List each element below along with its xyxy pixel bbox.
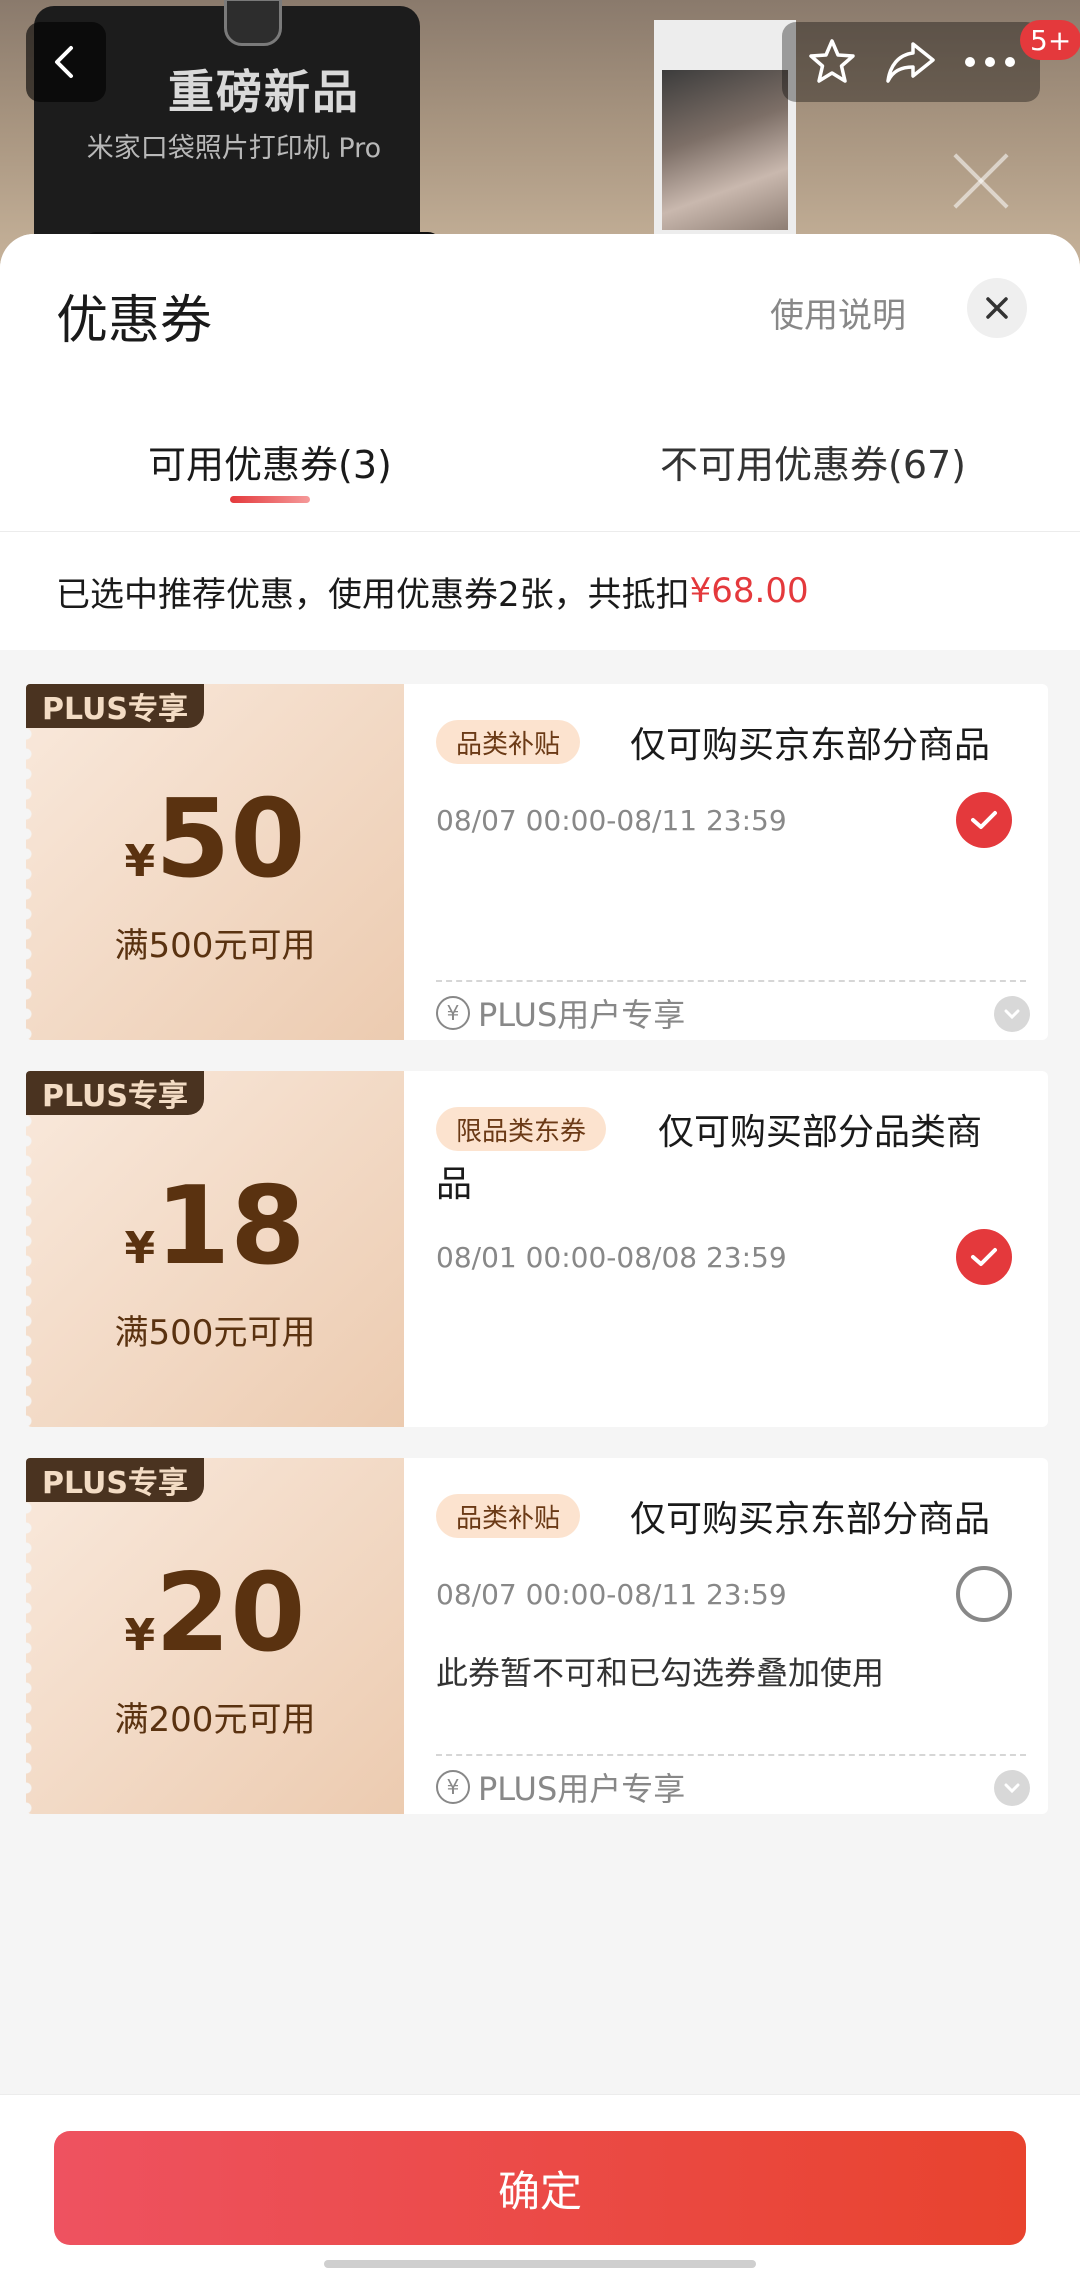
coupon-footer: ¥ PLUS用户专享 [436, 1764, 685, 1810]
coupon-detail-panel: 品类补贴 仅可购买京东部分商品 08/07 00:00-08/11 23:59 … [404, 1458, 1048, 1814]
brand-logo [224, 0, 282, 46]
coupon-divider [436, 980, 1026, 982]
coupon-card[interactable]: PLUS专享 ¥50 满500元可用 品类补贴 仅可购买京东部分商品 08/07… [26, 684, 1048, 1040]
selection-summary: 已选中推荐优惠，使用优惠券2张，共抵扣 ¥68.00 [0, 532, 1080, 650]
coupon-condition: 满500元可用 [114, 1313, 316, 1353]
coupon-card[interactable]: PLUS专享 ¥20 满200元可用 品类补贴 仅可购买京东部分商品 08/07… [26, 1458, 1048, 1814]
usage-instructions-link[interactable]: 使用说明 [770, 288, 906, 337]
coupon-select-checkbox[interactable] [956, 1229, 1012, 1285]
coupon-condition: 满500元可用 [114, 926, 316, 966]
promo-subtitle: 米家口袋照片打印机 Pro [86, 133, 382, 164]
coupon-value-panel: PLUS专享 ¥50 满500元可用 [26, 684, 404, 1040]
expand-details-button[interactable] [994, 1770, 1030, 1806]
coupon-select-checkbox[interactable] [956, 1566, 1012, 1622]
coupon-title: 仅可购买部分品类商 [658, 1112, 983, 1153]
more-button[interactable] [960, 32, 1020, 92]
coupon-condition: 满200元可用 [114, 1700, 316, 1740]
summary-text: 已选中推荐优惠，使用优惠券2张，共抵扣 [56, 574, 690, 615]
confirm-button[interactable]: 确定 [54, 2131, 1026, 2245]
tab-unavailable-coupons[interactable]: 不可用优惠券(67) [660, 434, 966, 489]
expand-details-button[interactable] [994, 996, 1030, 1032]
topbar-actions [782, 22, 1040, 102]
star-icon [808, 39, 855, 83]
checkmark-icon [971, 1248, 997, 1266]
yen-coin-icon: ¥ [436, 1770, 470, 1804]
coupon-footer-text: PLUS用户专享 [478, 996, 686, 1034]
coupon-validity: 08/01 00:00-08/08 23:59 [436, 1241, 787, 1274]
yen-coin-icon: ¥ [436, 996, 470, 1030]
currency-symbol: ¥ [124, 836, 156, 887]
chevron-down-icon [1004, 1783, 1020, 1794]
coupon-sheet: 优惠券 使用说明 可用优惠券(3) 不可用优惠券(67) 已选中推荐优惠，使用优… [0, 234, 1080, 2271]
promo-title: 重磅新品 [168, 65, 360, 119]
coupon-value-panel: PLUS专享 ¥18 满500元可用 [26, 1071, 404, 1427]
sheet-title: 优惠券 [56, 291, 213, 351]
close-icon [950, 150, 1012, 212]
home-indicator[interactable] [324, 2260, 756, 2268]
bottom-action-bar: 确定 [0, 2094, 1080, 2271]
coupon-title-continued: 品 [436, 1164, 473, 1205]
coupon-amount: ¥18 [26, 1167, 404, 1287]
active-tab-indicator [230, 496, 310, 503]
chevron-down-icon [1004, 1009, 1020, 1020]
coupon-value: 50 [155, 777, 306, 902]
coupon-title: 仅可购买京东部分商品 [630, 725, 991, 766]
plus-badge: PLUS专享 [26, 684, 205, 728]
share-button[interactable] [881, 32, 941, 92]
coupon-value: 20 [155, 1551, 306, 1676]
close-icon [986, 297, 1008, 319]
favorite-button[interactable] [802, 32, 862, 92]
summary-amount: ¥68.00 [689, 571, 809, 611]
coupon-detail-panel: 品类补贴 仅可购买京东部分商品 08/07 00:00-08/11 23:59 … [404, 684, 1048, 1040]
coupon-tag: 品类补贴 [436, 1494, 581, 1538]
coupon-tag: 品类补贴 [436, 720, 581, 764]
coupon-tag: 限品类东券 [436, 1107, 607, 1151]
product-photo [662, 70, 788, 230]
coupon-card[interactable]: PLUS专享 ¥18 满500元可用 限品类东券 仅可购买部分品类商 品 08/… [26, 1071, 1048, 1427]
chevron-left-icon [55, 46, 73, 78]
message-count-badge: 5+ [1020, 20, 1080, 60]
close-button[interactable] [967, 278, 1027, 338]
coupon-divider [436, 1754, 1026, 1756]
coupon-footer-text: PLUS用户专享 [478, 1770, 686, 1808]
coupon-validity: 08/07 00:00-08/11 23:59 [436, 1578, 787, 1611]
coupon-value: 18 [155, 1164, 306, 1289]
back-button[interactable] [26, 22, 106, 102]
plus-badge: PLUS专享 [26, 1071, 205, 1115]
coupon-select-checkbox[interactable] [956, 792, 1012, 848]
currency-symbol: ¥ [124, 1223, 156, 1274]
plus-badge: PLUS专享 [26, 1458, 205, 1502]
more-icon [965, 57, 1016, 67]
coupon-amount: ¥50 [26, 780, 404, 900]
coupon-title: 仅可购买京东部分商品 [630, 1499, 991, 1540]
currency-symbol: ¥ [124, 1610, 156, 1661]
sheet-header: 优惠券 使用说明 可用优惠券(3) 不可用优惠券(67) [0, 234, 1080, 532]
coupon-amount: ¥20 [26, 1554, 404, 1674]
coupon-detail-panel: 限品类东券 仅可购买部分品类商 品 08/01 00:00-08/08 23:5… [404, 1071, 1048, 1427]
tab-available-coupons[interactable]: 可用优惠券(3) [148, 434, 392, 489]
coupon-footer: ¥ PLUS用户专享 [436, 990, 685, 1036]
checkmark-icon [971, 811, 997, 829]
share-icon [886, 42, 935, 83]
coupon-validity: 08/07 00:00-08/11 23:59 [436, 804, 787, 837]
coupon-stacking-note: 此券暂不可和已勾选券叠加使用 [436, 1654, 885, 1692]
coupon-value-panel: PLUS专享 ¥20 满200元可用 [26, 1458, 404, 1814]
